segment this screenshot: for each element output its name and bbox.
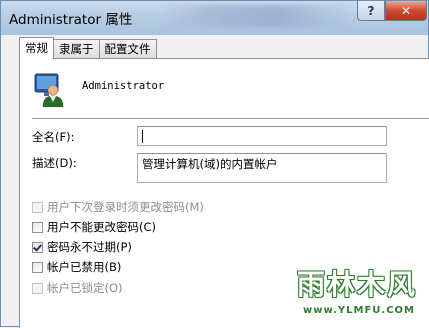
text-caret xyxy=(142,130,143,143)
watermark-logo: 雨林木风 xyxy=(297,268,418,301)
tab-member-of[interactable]: 隶属于 xyxy=(53,39,100,59)
checkbox xyxy=(32,282,43,294)
description-label: 描述(D): xyxy=(32,156,77,170)
full-name-field[interactable] xyxy=(137,126,387,146)
user-name: Administrator xyxy=(82,80,165,92)
window-title: Administrator 属性 xyxy=(9,12,133,28)
option-label: 帐户已禁用(B) xyxy=(47,260,122,274)
divider xyxy=(32,118,429,120)
checkbox[interactable] xyxy=(32,221,43,233)
tab-strip: 常规 隶属于 配置文件 xyxy=(19,37,157,59)
option-label: 密码永不过期(P) xyxy=(47,240,132,254)
checkbox[interactable] xyxy=(32,261,43,273)
checkbox xyxy=(32,201,43,213)
description-field[interactable]: 管理计算机(域)的内置帐户 xyxy=(137,153,387,183)
user-avatar-icon xyxy=(32,73,66,108)
checkbox-checked[interactable] xyxy=(32,241,43,253)
option-password-never-expires[interactable]: 密码永不过期(P) xyxy=(32,239,132,255)
help-button[interactable]: ? xyxy=(357,1,385,21)
site-watermark: 雨林木风 www.YLMFU.COM xyxy=(297,263,422,325)
properties-dialog: Administrator 属性 ? ✕ 常规 隶属于 配置文件 Adminis… xyxy=(0,0,429,328)
full-name-label: 全名(F): xyxy=(32,130,75,144)
tab-general[interactable]: 常规 xyxy=(19,37,54,59)
option-label: 帐户已锁定(O) xyxy=(47,281,123,295)
watermark-url: www.YLMFU.COM xyxy=(303,305,415,316)
option-label: 用户不能更改密码(C) xyxy=(47,220,157,234)
tab-profile[interactable]: 配置文件 xyxy=(98,39,157,59)
close-button[interactable]: ✕ xyxy=(385,1,427,21)
option-cannot-change-password[interactable]: 用户不能更改密码(C) xyxy=(32,219,156,235)
blurred-background xyxy=(161,5,351,27)
option-account-disabled[interactable]: 帐户已禁用(B) xyxy=(32,259,121,275)
option-must-change-password: 用户下次登录时须更改密码(M) xyxy=(32,199,204,215)
option-label: 用户下次登录时须更改密码(M) xyxy=(47,200,204,214)
option-account-locked: 帐户已锁定(O) xyxy=(32,280,123,296)
title-bar[interactable]: Administrator 属性 ? ✕ xyxy=(1,1,428,35)
